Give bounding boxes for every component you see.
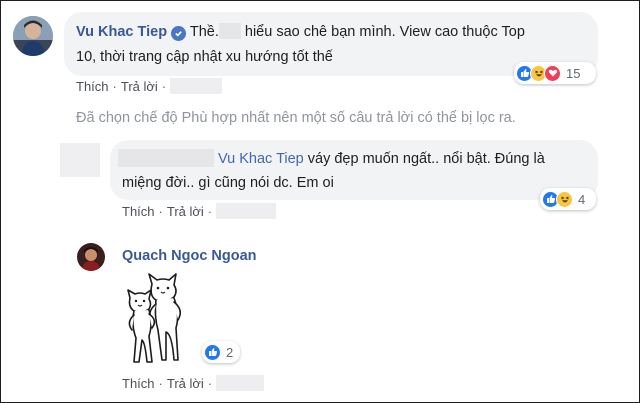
like-link[interactable]: Thích — [76, 79, 109, 94]
sticker-image[interactable] — [122, 270, 200, 366]
censored-word — [218, 23, 241, 39]
censored-timestamp — [216, 203, 277, 219]
verified-badge-icon — [171, 26, 187, 41]
comment-author-name[interactable]: Vu Khac Tiep — [76, 24, 167, 40]
reply-author-name[interactable]: Quach Ngoc Ngoan — [122, 248, 257, 264]
comment-actions: Thích · Trả lời · — [76, 78, 223, 94]
reply-link[interactable]: Trả lời — [167, 376, 204, 391]
reaction-count: 2 — [226, 344, 234, 360]
comment-text: Vu Khac Tiep Thề. hiểu sao chê bạn mình.… — [76, 22, 596, 42]
reply-text-part: váy đẹp muốn ngất.. nổi bật. Đúng là — [303, 151, 545, 167]
like-link[interactable]: Thích — [122, 376, 155, 391]
like-icon — [204, 343, 221, 361]
reaction-count: 15 — [566, 65, 581, 81]
reply-link[interactable]: Trả lời — [121, 79, 158, 94]
avatar-vu-khac-tiep[interactable] — [13, 16, 53, 56]
censored-author-name — [118, 149, 214, 167]
censored-timestamp — [170, 78, 223, 94]
reply-actions: Thích · Trả lời · — [122, 375, 265, 391]
avatar-photo-icon — [13, 16, 53, 56]
comment-text-part-a: Thề. — [189, 24, 219, 40]
mention-tag[interactable]: Vu Khac Tiep — [218, 151, 304, 167]
like-link[interactable]: Thích — [122, 204, 155, 219]
reply-text: Vu Khac Tiep váy đẹp muốn ngất.. nổi bật… — [118, 149, 598, 169]
reply-actions: Thích · Trả lời · — [122, 203, 277, 219]
reaction-summary[interactable]: 4 — [540, 188, 596, 210]
separator-dot: · — [158, 375, 163, 391]
separator-dot: · — [161, 78, 167, 94]
comment-text-part-b: hiểu sao chê bạn mình. View cao thuộc To… — [244, 24, 525, 40]
separator-dot: · — [112, 78, 117, 94]
avatar-censored — [60, 143, 100, 177]
cat-sticker-icon — [127, 273, 182, 363]
reply-text-line2: miệng đời.. gì cũng nói dc. Em oi — [122, 175, 334, 191]
reaction-summary[interactable]: 2 — [202, 341, 240, 363]
separator-dot: · — [207, 375, 213, 391]
avatar-quach-ngoc-ngoan[interactable] — [77, 243, 105, 271]
separator-dot: · — [207, 203, 213, 219]
separator-dot: · — [158, 203, 163, 219]
avatar-photo-icon — [77, 243, 105, 271]
reply-link[interactable]: Trả lời — [167, 204, 204, 219]
reaction-count: 4 — [578, 191, 586, 207]
filter-notice: Đã chọn chế độ Phù hợp nhất nên một số c… — [76, 110, 516, 126]
reaction-summary[interactable]: 15 — [514, 62, 596, 84]
censored-timestamp — [216, 375, 265, 391]
haha-icon — [556, 190, 573, 208]
love-icon — [544, 64, 561, 82]
